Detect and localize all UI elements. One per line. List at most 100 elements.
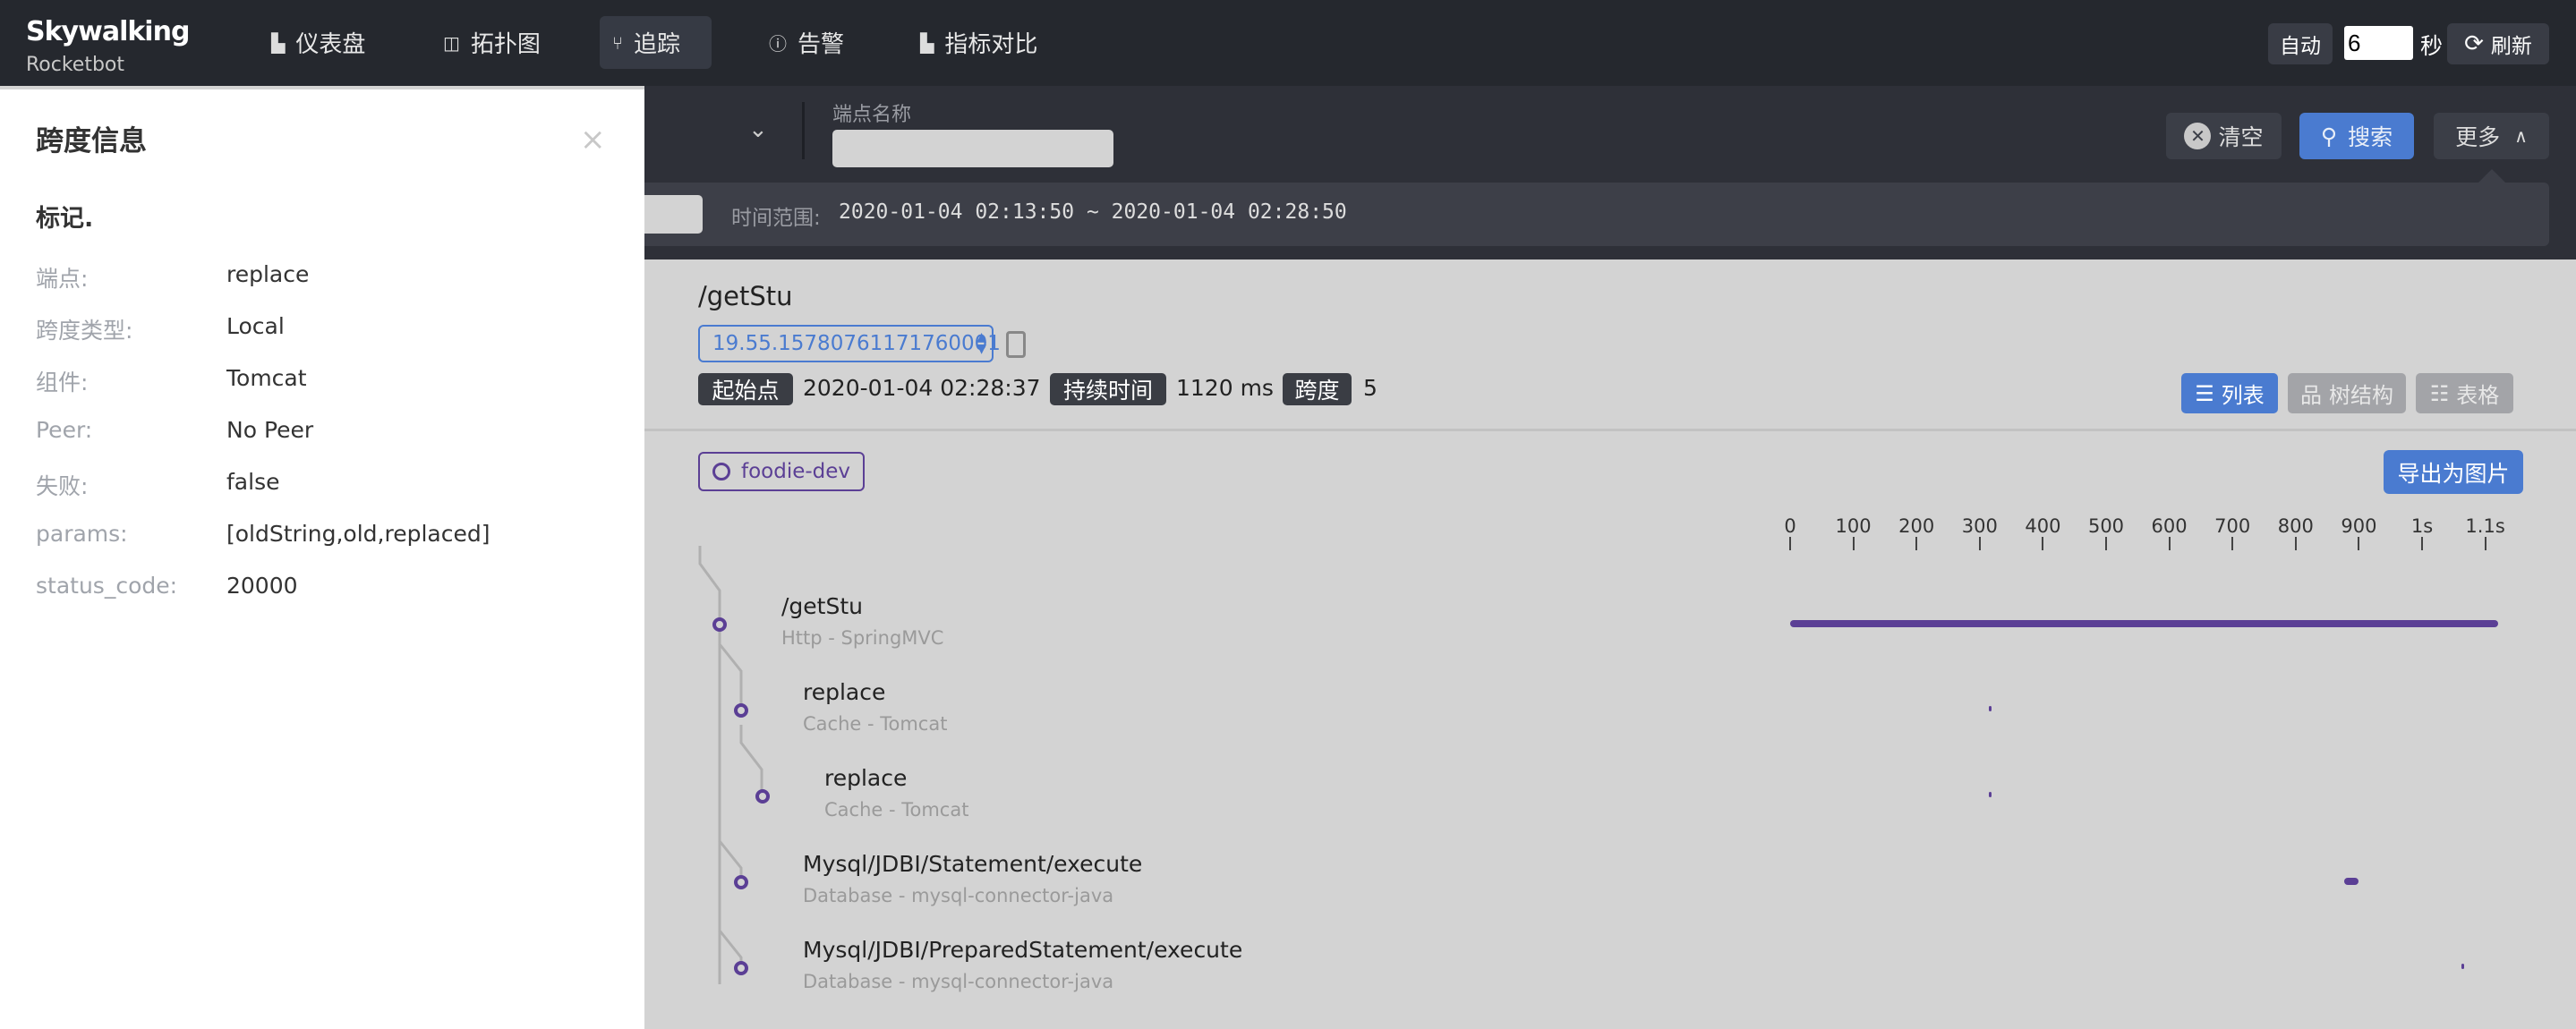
view-table-button[interactable]: ☷ 表格: [2416, 373, 2513, 413]
divider: [644, 429, 2576, 431]
logo-subtitle: Rocketbot: [26, 54, 125, 76]
axis-tick: [2421, 537, 2423, 550]
time-range-label: 时间范围:: [731, 207, 821, 230]
clipboard-icon[interactable]: [1006, 331, 1026, 358]
axis-tick-label: 100: [1835, 515, 1872, 537]
more-button[interactable]: 更多 ∧: [2434, 113, 2549, 159]
tree-icon: 品: [2300, 383, 2322, 408]
axis-tick-label: 1.1s: [2465, 515, 2505, 537]
axis-tick-label: 800: [2277, 515, 2314, 537]
span-subtitle: Cache - Tomcat: [824, 799, 969, 821]
span-title: Mysql/JDBI/Statement/execute: [803, 851, 1143, 877]
span-row[interactable]: [680, 678, 2560, 759]
clear-label: 清空: [2218, 124, 2264, 150]
chart-icon: ▙: [920, 31, 934, 54]
span-duration-bar[interactable]: [2344, 878, 2359, 885]
info-label: 失败:: [36, 473, 89, 499]
endpoint-input[interactable]: [832, 130, 1113, 167]
alarm-icon: ⓘ: [769, 33, 787, 55]
axis-tick: [1915, 537, 1918, 550]
span-title: /getStu: [781, 593, 863, 619]
nav-label: 仪表盘: [295, 31, 366, 58]
chevron-up-icon: ∧: [2514, 125, 2528, 147]
nav-dashboard[interactable]: ▙ 仪表盘: [259, 16, 378, 69]
chart-icon: ▙: [271, 31, 286, 54]
nav-label: 拓扑图: [470, 31, 541, 58]
trace-id: 19.55.15780761171760001: [712, 332, 1001, 355]
info-value: [oldString,old,replaced]: [226, 521, 490, 547]
start-value: 2020-01-04 02:28:37: [803, 375, 1041, 401]
nav-metrics-compare[interactable]: ▙ 指标对比: [908, 16, 1050, 69]
span-node-icon: [755, 789, 770, 804]
axis-tick: [1852, 537, 1855, 550]
axis-tick: [2168, 537, 2171, 550]
trace-title: /getStu: [698, 281, 793, 311]
nav-label: 追踪: [634, 31, 681, 58]
nav-label: 告警: [798, 31, 845, 58]
span-info-panel: 跨度信息 × 标记. 端点: replace 跨度类型: Local 组件: Tomcat…: [0, 89, 644, 1029]
span-subtitle: Database - mysql-connector-java: [803, 971, 1114, 992]
search-button[interactable]: ⚲ 搜索: [2299, 113, 2414, 159]
select-arrows-icon: ▲ ▼: [977, 330, 986, 356]
start-tag: 起始点: [698, 373, 793, 405]
logo: Skywalking: [26, 16, 190, 47]
axis-tick-label: 0: [1784, 515, 1796, 537]
chevron-down-icon[interactable]: ⌄: [748, 116, 768, 143]
close-icon[interactable]: ×: [580, 122, 606, 157]
span-node-icon: [712, 617, 727, 632]
refresh-button[interactable]: ⟳ 刷新: [2447, 23, 2549, 64]
trace-id-select[interactable]: 19.55.15780761171760001 ▲ ▼: [698, 325, 1001, 362]
nav-trace[interactable]: ⑂ 追踪: [600, 16, 712, 69]
view-tree-button[interactable]: 品树结构: [2288, 373, 2406, 413]
info-label: status_code:: [36, 573, 178, 599]
info-value: replace: [226, 261, 310, 287]
refresh-icon: ⟳: [2464, 30, 2484, 57]
span-row[interactable]: [680, 592, 2560, 673]
nav-alarm[interactable]: ⓘ 告警: [756, 16, 857, 69]
clear-icon: ✕: [2184, 123, 2212, 149]
axis-tick-label: 700: [2214, 515, 2251, 537]
info-value: false: [226, 469, 280, 495]
top-header: Skywalking Rocketbot ▙ 仪表盘 ◫ 拓扑图 ⑂ 追踪 ⓘ 告警 ▙…: [0, 0, 2576, 86]
axis-tick-label: 200: [1898, 515, 1935, 537]
seconds-label: 秒: [2420, 33, 2444, 59]
divider: [802, 102, 805, 159]
export-image-button[interactable]: 导出为图片: [2384, 450, 2523, 494]
axis-tick: [2105, 537, 2107, 550]
view-list-button[interactable]: ☰ 列表: [2181, 373, 2278, 413]
axis-tick: [1978, 537, 1981, 550]
span-node-icon: [734, 961, 748, 975]
duration-tag: 持续时间: [1050, 373, 1166, 405]
span-duration-bar[interactable]: [1988, 706, 1992, 711]
axis-tick-label: 1s: [2410, 515, 2434, 537]
view-label: 列表: [2221, 383, 2265, 408]
axis-tick: [2358, 537, 2360, 550]
span-node-icon: [734, 703, 748, 718]
span-subtitle: Database - mysql-connector-java: [803, 885, 1114, 906]
span-subtitle: Http - SpringMVC: [781, 627, 944, 649]
axis-tick: [2294, 537, 2297, 550]
topology-icon: ◫: [443, 31, 460, 54]
time-range-value[interactable]: 2020-01-04 02:13:50 ~ 2020-01-04 02:28:5…: [839, 200, 1347, 224]
info-label: params:: [36, 521, 128, 547]
info-label: Peer:: [36, 417, 93, 443]
clear-button[interactable]: ✕ 清空: [2166, 113, 2282, 159]
info-value: Tomcat: [226, 365, 307, 391]
table-icon: ☷: [2429, 380, 2450, 406]
service-name: foodie-dev: [741, 460, 851, 483]
nav-topology[interactable]: ◫ 拓扑图: [431, 16, 553, 69]
spans-value: 5: [1363, 375, 1378, 401]
span-duration-bar[interactable]: [1988, 792, 1992, 797]
view-label: 表格: [2456, 383, 2500, 408]
axis-tick: [2231, 537, 2234, 550]
interval-input[interactable]: [2344, 26, 2413, 60]
list-icon: ☰: [2195, 380, 2214, 406]
info-value: Local: [226, 313, 285, 339]
axis-tick: [2484, 537, 2486, 550]
axis-tick-label: 600: [2151, 515, 2188, 537]
search-label: 搜索: [2348, 124, 2393, 150]
service-tag[interactable]: foodie-dev: [698, 452, 866, 491]
auto-refresh-button[interactable]: 自动: [2268, 23, 2333, 64]
span-duration-bar[interactable]: [1790, 620, 2498, 627]
search-icon: ⚲: [2320, 123, 2338, 149]
